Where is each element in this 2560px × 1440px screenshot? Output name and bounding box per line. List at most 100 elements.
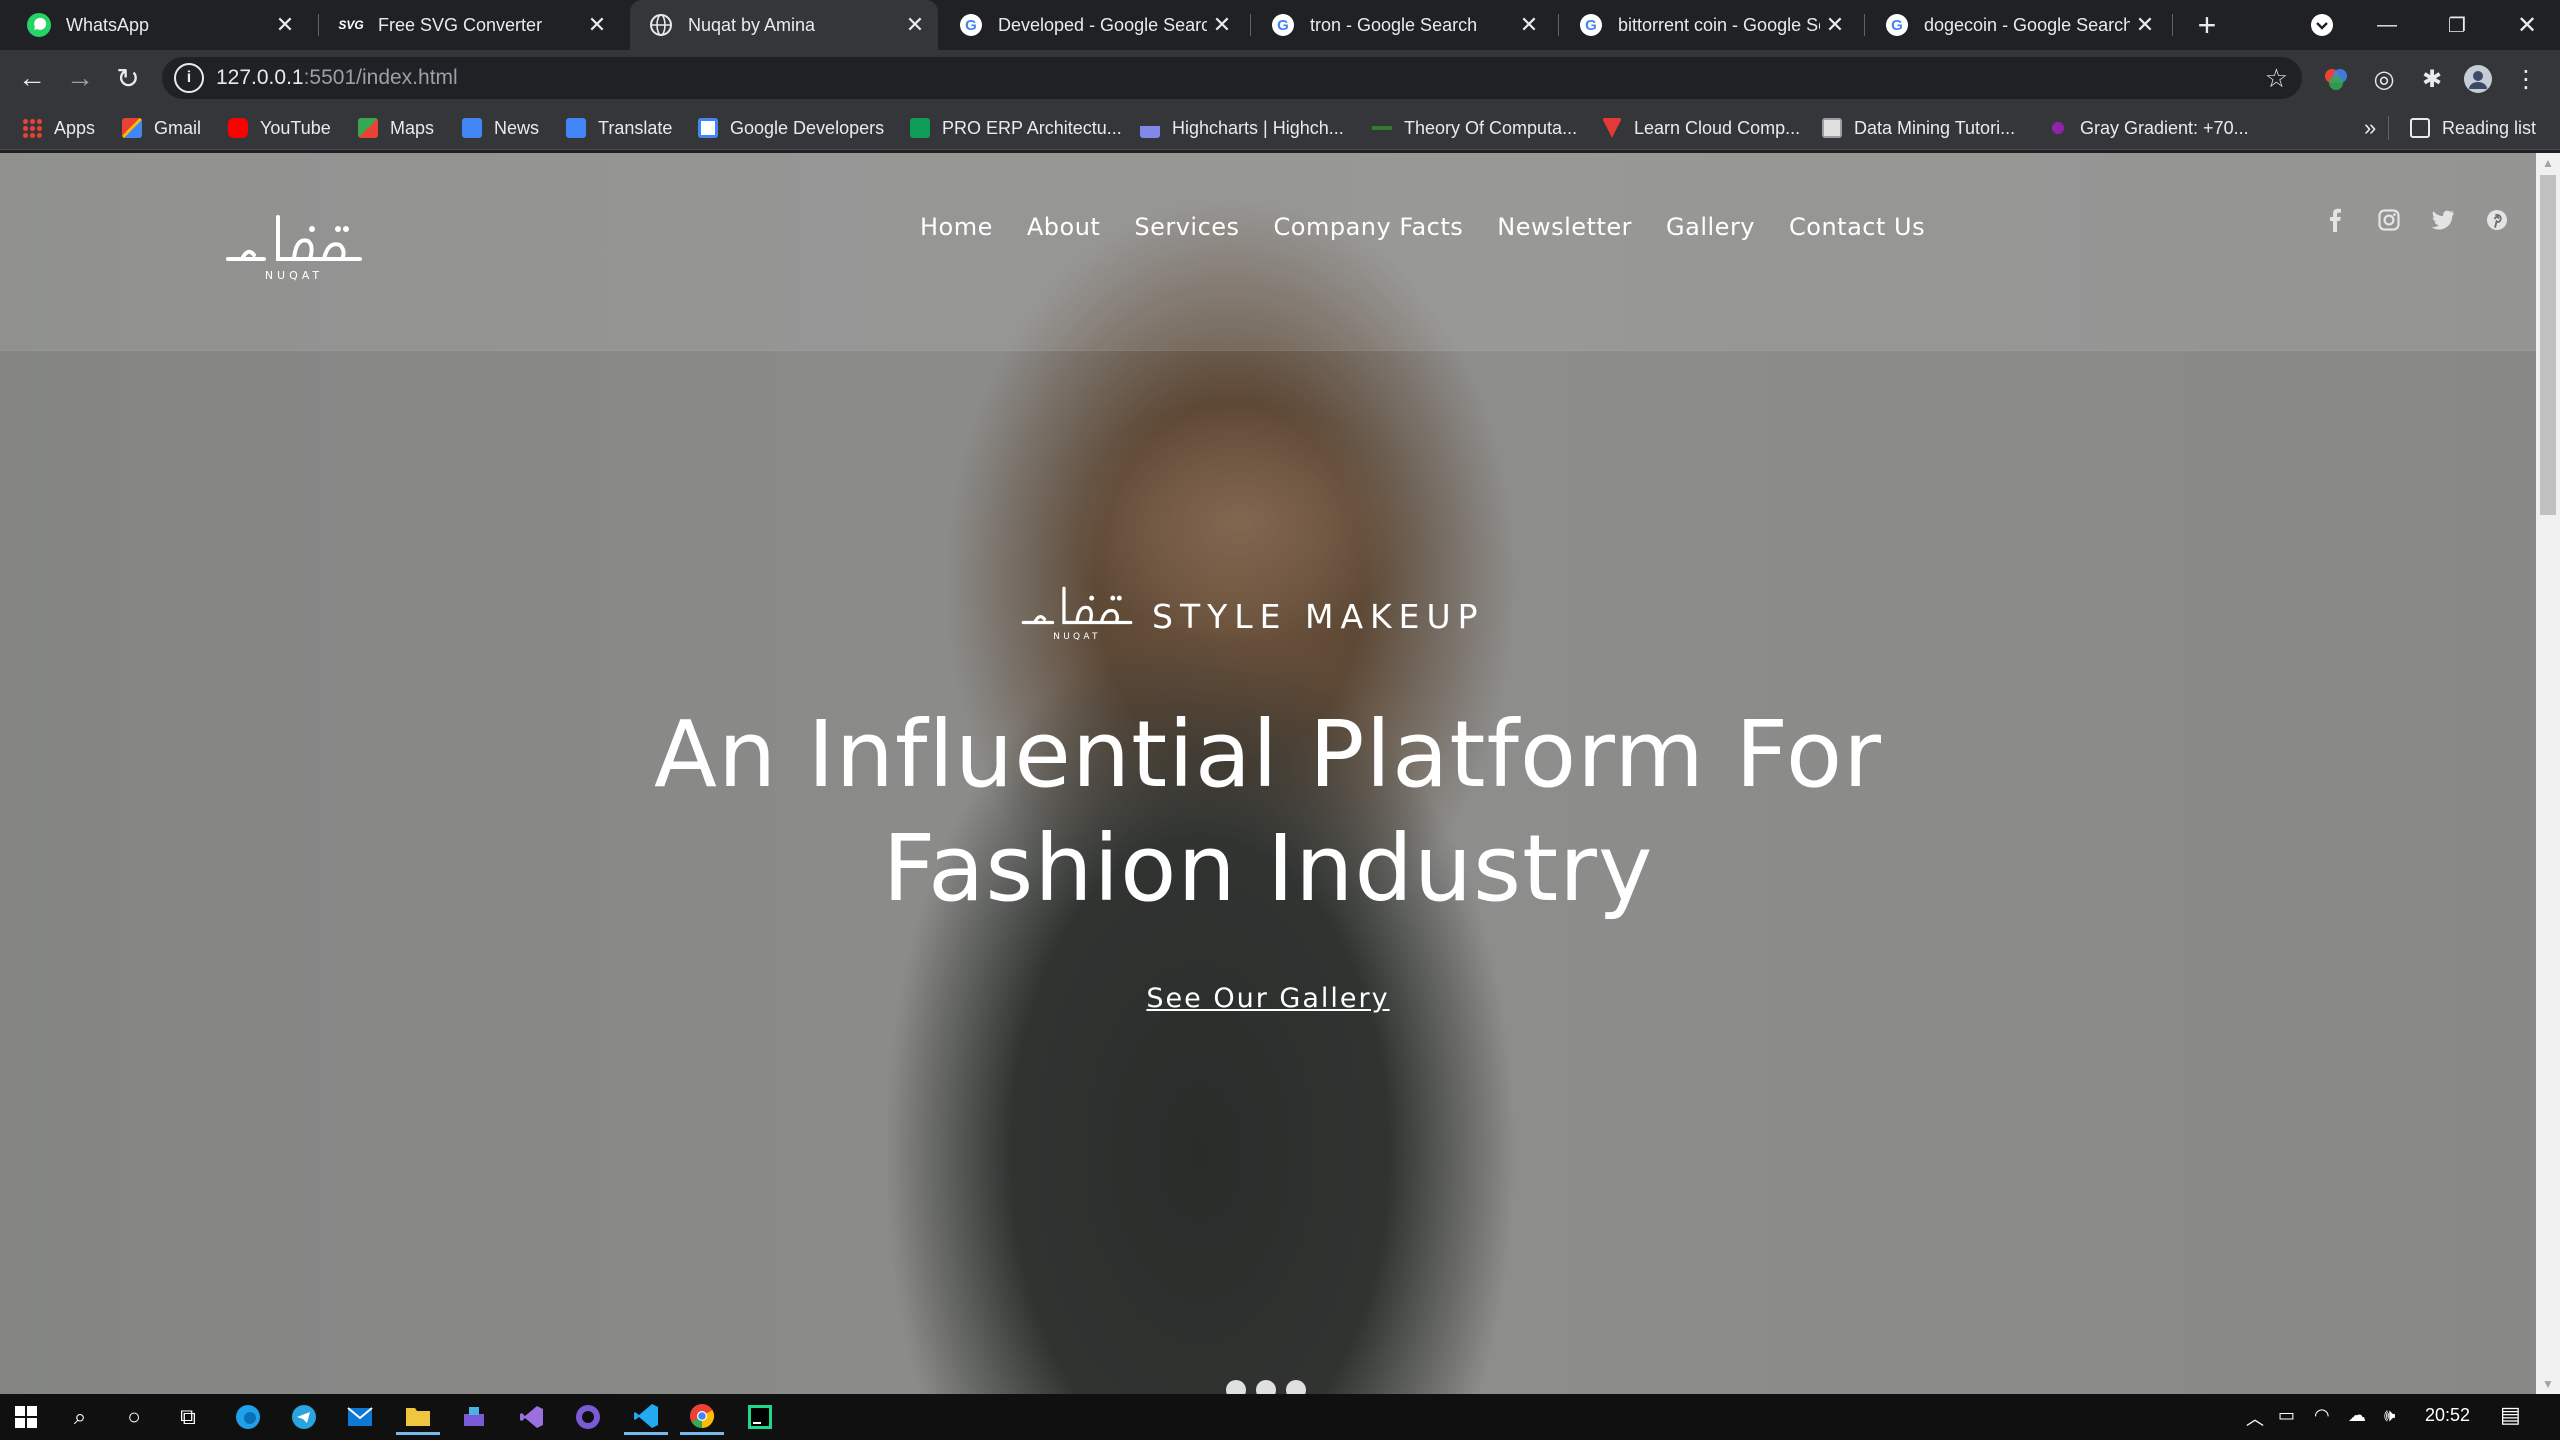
profile-avatar[interactable] [2462, 63, 2494, 95]
close-icon[interactable]: ✕ [1514, 10, 1544, 40]
close-icon[interactable]: ✕ [900, 10, 930, 40]
slide-dot[interactable] [1256, 1380, 1276, 1394]
nav-company-facts[interactable]: Company Facts [1274, 213, 1464, 241]
task-view-icon[interactable]: ⧉ [166, 1399, 210, 1435]
reading-list-button[interactable]: Reading list [2410, 113, 2536, 143]
pycharm-icon[interactable] [738, 1399, 782, 1435]
taskbar-clock[interactable]: 20:52 [2425, 1405, 2470, 1426]
svg-text:G: G [1277, 17, 1289, 34]
vscode-icon[interactable] [624, 1399, 668, 1435]
close-icon[interactable]: ✕ [270, 10, 300, 40]
slide-dot[interactable] [1286, 1380, 1306, 1394]
close-window-button[interactable]: ✕ [2492, 0, 2560, 50]
chrome-icon[interactable] [680, 1399, 724, 1435]
scroll-up-arrow-icon[interactable]: ▲ [2536, 153, 2560, 173]
mail-icon[interactable] [338, 1399, 382, 1435]
telegram-icon[interactable] [282, 1399, 326, 1435]
bookmark-gmail[interactable]: Gmail [122, 113, 201, 143]
pinterest-icon[interactable] [2480, 203, 2514, 237]
bookmark-highcharts[interactable]: Highcharts | Highch... [1140, 113, 1344, 143]
volume-icon[interactable]: 🕪 [2384, 1405, 2395, 1426]
tray-chevron-up-icon[interactable]: ︿ [2246, 1405, 2264, 1431]
scrollbar-thumb[interactable] [2540, 175, 2556, 515]
back-button[interactable]: ← [14, 60, 50, 96]
bookmark-apps[interactable]: Apps [22, 113, 95, 143]
tab-tron-search[interactable]: G tron - Google Search ✕ [1252, 0, 1552, 50]
bookmark-learn-cloud[interactable]: Learn Cloud Comp... [1602, 113, 1800, 143]
file-explorer-icon[interactable] [396, 1399, 440, 1435]
tool-icon[interactable] [452, 1399, 496, 1435]
minimize-button[interactable]: — [2352, 0, 2422, 50]
bookmark-maps[interactable]: Maps [358, 113, 434, 143]
puzzle-extensions-icon[interactable]: ✱ [2416, 63, 2448, 95]
close-icon[interactable]: ✕ [2130, 10, 2160, 40]
nav-contact-us[interactable]: Contact Us [1789, 213, 1925, 241]
tab-search-button[interactable] [2287, 0, 2357, 50]
site-info-icon[interactable]: i [174, 63, 204, 93]
tab-nuqat[interactable]: Nuqat by Amina ✕ [630, 0, 938, 50]
windows-start-icon[interactable] [4, 1399, 48, 1435]
youtube-icon [228, 118, 248, 138]
twitter-icon[interactable] [2426, 203, 2460, 237]
forward-button[interactable]: → [62, 60, 98, 96]
site-logo[interactable]: NUQAT [224, 211, 364, 291]
instagram-icon[interactable] [2372, 203, 2406, 237]
color-extension-icon[interactable] [2320, 63, 2352, 95]
reload-button[interactable]: ↻ [110, 60, 146, 96]
bookmark-label: Translate [598, 117, 673, 138]
bookmark-gray-gradient[interactable]: Gray Gradient: +70... [2048, 113, 2249, 143]
nav-home[interactable]: Home [920, 213, 993, 241]
visual-studio-icon[interactable] [510, 1399, 554, 1435]
bookmark-data-mining[interactable]: Data Mining Tutori... [1822, 113, 2015, 143]
battery-icon[interactable]: ▭ [2278, 1405, 2295, 1426]
page-scrollbar[interactable]: ▲ ▼ [2536, 153, 2560, 1394]
highcharts-icon [1140, 118, 1160, 138]
tab-developed-search[interactable]: G Developed - Google Search ✕ [940, 0, 1245, 50]
bookmark-youtube[interactable]: YouTube [228, 113, 331, 143]
edge-icon[interactable] [226, 1399, 270, 1435]
nav-services[interactable]: Services [1134, 213, 1239, 241]
bookmark-google-developers[interactable]: Google Developers [698, 113, 884, 143]
slide-dot[interactable] [1226, 1380, 1246, 1394]
nav-about[interactable]: About [1027, 213, 1100, 241]
nav-newsletter[interactable]: Newsletter [1497, 213, 1632, 241]
url-host: 127.0.0.1 [216, 66, 304, 89]
close-icon[interactable]: ✕ [1207, 10, 1237, 40]
tab-whatsapp[interactable]: WhatsApp ✕ [8, 0, 308, 50]
notifications-icon[interactable]: ▤ [2500, 1402, 2521, 1428]
bookmark-label: Data Mining Tutori... [1854, 117, 2016, 138]
bookmark-news[interactable]: News [462, 113, 539, 143]
logo-wordmark: NUQAT [265, 269, 323, 282]
scroll-down-arrow-icon[interactable]: ▼ [2536, 1374, 2560, 1394]
tab-separator [1558, 14, 1559, 36]
tab-dogecoin-search[interactable]: G dogecoin - Google Search ✕ [1866, 0, 2168, 50]
tab-svg-converter[interactable]: SVG Free SVG Converter ✕ [320, 0, 620, 50]
search-icon[interactable]: ⌕ [58, 1399, 102, 1435]
bookmark-translate[interactable]: Translate [566, 113, 672, 143]
bookmark-pro-erp[interactable]: PRO ERP Architectu... [910, 113, 1122, 143]
close-icon[interactable]: ✕ [1820, 10, 1850, 40]
bookmark-theory-of-computation[interactable]: Theory Of Computa... [1372, 113, 1577, 143]
cortana-icon[interactable]: ○ [112, 1399, 156, 1435]
erp-icon [910, 118, 930, 138]
new-tab-button[interactable]: + [2190, 7, 2224, 43]
see-gallery-link[interactable]: See Our Gallery [1108, 983, 1428, 1014]
facebook-icon[interactable] [2318, 203, 2352, 237]
reading-list-label: Reading list [2442, 117, 2537, 138]
address-bar[interactable]: i 127.0.0.1:5501/index.html ☆ [162, 57, 2302, 99]
tab-separator [318, 14, 319, 36]
restore-button[interactable]: ❐ [2422, 0, 2492, 50]
bookmarks-overflow-button[interactable]: » [2364, 113, 2376, 143]
onedrive-cloud-icon[interactable]: ☁ [2348, 1405, 2366, 1426]
tab-title: Developed - Google Search [998, 14, 1207, 35]
wifi-icon[interactable]: ◠ [2314, 1405, 2330, 1426]
close-icon[interactable]: ✕ [582, 10, 612, 40]
google-icon: G [1270, 12, 1296, 38]
tab-bittorrent-search[interactable]: G bittorrent coin - Google Search ✕ [1560, 0, 1858, 50]
menu-kebab-icon[interactable]: ⋮ [2510, 63, 2542, 95]
github-icon[interactable] [566, 1399, 610, 1435]
nav-gallery[interactable]: Gallery [1666, 213, 1755, 241]
bookmark-star-icon[interactable]: ☆ [2265, 63, 2288, 94]
google-developers-icon [698, 118, 718, 138]
extension-icon[interactable]: ◎ [2368, 63, 2400, 95]
